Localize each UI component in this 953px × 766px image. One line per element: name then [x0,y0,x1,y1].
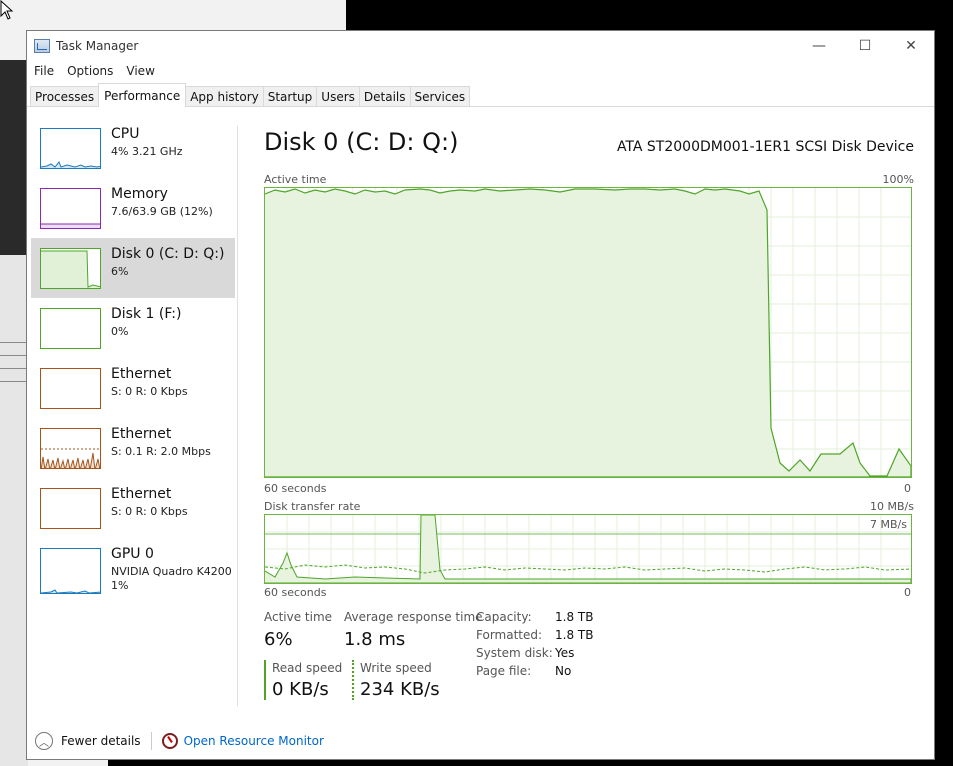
sidebar-label: Ethernet [111,366,172,382]
background-lines [0,330,28,420]
performance-content: CPU 4% 3.21 GHz Memory 7.6/63.9 GB (12%) [27,108,934,716]
sidebar-sublabel: 4% 3.21 GHz [111,145,183,158]
sidebar-label: Disk 0 (C: D: Q:) [111,246,225,262]
sidebar-item-memory[interactable]: Memory 7.6/63.9 GB (12%) [31,178,235,238]
active-time-min-label: 0 [904,482,911,495]
maximize-button[interactable]: ☐ [842,31,888,61]
sidebar-item-disk-0[interactable]: Disk 0 (C: D: Q:) 6% [31,238,235,298]
avg-response-value: 1.8 ms [344,629,406,650]
read-speed-indicator [264,660,266,700]
sidebar-item-ethernet-1[interactable]: Ethernet S: 0 R: 0 Kbps [31,358,235,418]
ethernet-2-thumbnail-graph [40,428,101,469]
open-resource-monitor-link[interactable]: Open Resource Monitor [184,734,324,748]
menu-file[interactable]: File [34,64,54,78]
disk-0-thumbnail-graph [40,248,101,289]
ethernet-3-thumbnail-graph [40,488,101,529]
write-speed-label: Write speed [360,661,432,675]
sidebar-sublabel: S: 0 R: 0 Kbps [111,385,188,398]
menu-view[interactable]: View [126,64,154,78]
transfer-rate-duration-label: 60 seconds [264,586,327,599]
tab-app-history[interactable]: App history [185,86,264,106]
tab-startup[interactable]: Startup [262,86,318,106]
write-speed-indicator [352,660,354,700]
footer-bar: ︿ Fewer details Open Resource Monitor [27,723,934,759]
sidebar-item-disk-1[interactable]: Disk 1 (F:) 0% [31,298,235,358]
memory-thumbnail-graph [40,188,101,229]
resource-list: CPU 4% 3.21 GHz Memory 7.6/63.9 GB (12%) [31,118,235,608]
sidebar-sublabel: 7.6/63.9 GB (12%) [111,205,213,218]
sidebar-label: Memory [111,186,168,202]
active-time-value: 6% [264,629,293,650]
sidebar-item-ethernet-2[interactable]: Ethernet S: 0.1 R: 2.0 Mbps [31,418,235,478]
capacity-label: Capacity: [476,610,532,624]
tab-services[interactable]: Services [409,86,471,106]
avg-response-label: Average response time [344,610,483,624]
sidebar-label: GPU 0 [111,546,154,562]
task-manager-window: Task Manager — ☐ ✕ File Options View Pro… [26,30,935,760]
active-time-graph [264,187,912,478]
footer-separator [150,732,152,750]
menu-bar: File Options View [27,61,934,81]
chevron-up-icon[interactable]: ︿ [35,732,53,750]
disk-title: Disk 0 (C: D: Q:) [264,128,459,156]
menu-options[interactable]: Options [67,64,113,78]
sidebar-sublabel: S: 0 R: 0 Kbps [111,505,188,518]
sidebar-sublabel: 0% [111,325,129,338]
formatted-label: Formatted: [476,628,543,642]
active-time-label: Active time [264,610,333,624]
sidebar-divider[interactable] [237,126,238,706]
tab-details[interactable]: Details [358,86,411,106]
active-time-graph-label: Active time [264,173,327,186]
sidebar-sublabel-2: 1% [111,579,129,592]
system-disk-label: System disk: [476,646,553,660]
transfer-rate-min-label: 0 [904,586,911,599]
transfer-rate-graph-label: Disk transfer rate [264,500,361,513]
title-bar[interactable]: Task Manager — ☐ ✕ [27,31,934,61]
transfer-rate-inner-label: 7 MB/s [870,518,907,531]
transfer-rate-graph: 7 MB/s [264,514,912,584]
disk-model: ATA ST2000DM001-1ER1 SCSI Disk Device [616,139,914,155]
active-time-duration-label: 60 seconds [264,482,327,495]
active-time-max-label: 100% [882,173,914,186]
system-disk-value: Yes [555,646,575,660]
sidebar-item-cpu[interactable]: CPU 4% 3.21 GHz [31,118,235,178]
sidebar-label: Disk 1 (F:) [111,306,182,322]
sidebar-label: CPU [111,126,140,142]
window-title: Task Manager [56,39,139,53]
read-speed-value: 0 KB/s [272,679,329,700]
tab-bar: Processes Performance App history Startu… [27,81,934,107]
disk-1-thumbnail-graph [40,308,101,349]
capacity-value: 1.8 TB [555,610,594,624]
tab-processes[interactable]: Processes [30,86,100,106]
formatted-value: 1.8 TB [555,628,594,642]
task-manager-icon [34,39,50,53]
tab-users[interactable]: Users [316,86,360,106]
sidebar-label: Ethernet [111,426,172,442]
page-file-label: Page file: [476,664,532,678]
page-file-value: No [555,664,572,678]
tab-performance[interactable]: Performance [98,83,187,107]
sidebar-label: Ethernet [111,486,172,502]
sidebar-sublabel: 6% [111,265,129,278]
cpu-thumbnail-graph [40,128,101,169]
minimize-button[interactable]: — [796,31,842,61]
sidebar-item-gpu-0[interactable]: GPU 0 NVIDIA Quadro K4200 1% [31,538,235,608]
ethernet-1-thumbnail-graph [40,368,101,409]
close-button[interactable]: ✕ [888,31,934,61]
read-speed-label: Read speed [272,661,343,675]
fewer-details-button[interactable]: Fewer details [61,734,141,748]
sidebar-item-ethernet-3[interactable]: Ethernet S: 0 R: 0 Kbps [31,478,235,538]
mouse-cursor-icon [0,0,14,20]
write-speed-value: 234 KB/s [360,679,440,700]
sidebar-sublabel: S: 0.1 R: 2.0 Mbps [111,445,211,458]
resource-monitor-icon[interactable] [161,733,178,749]
sidebar-sublabel: NVIDIA Quadro K4200 [111,565,232,578]
transfer-rate-max-label: 10 MB/s [870,500,914,513]
gpu-thumbnail-graph [40,548,101,594]
